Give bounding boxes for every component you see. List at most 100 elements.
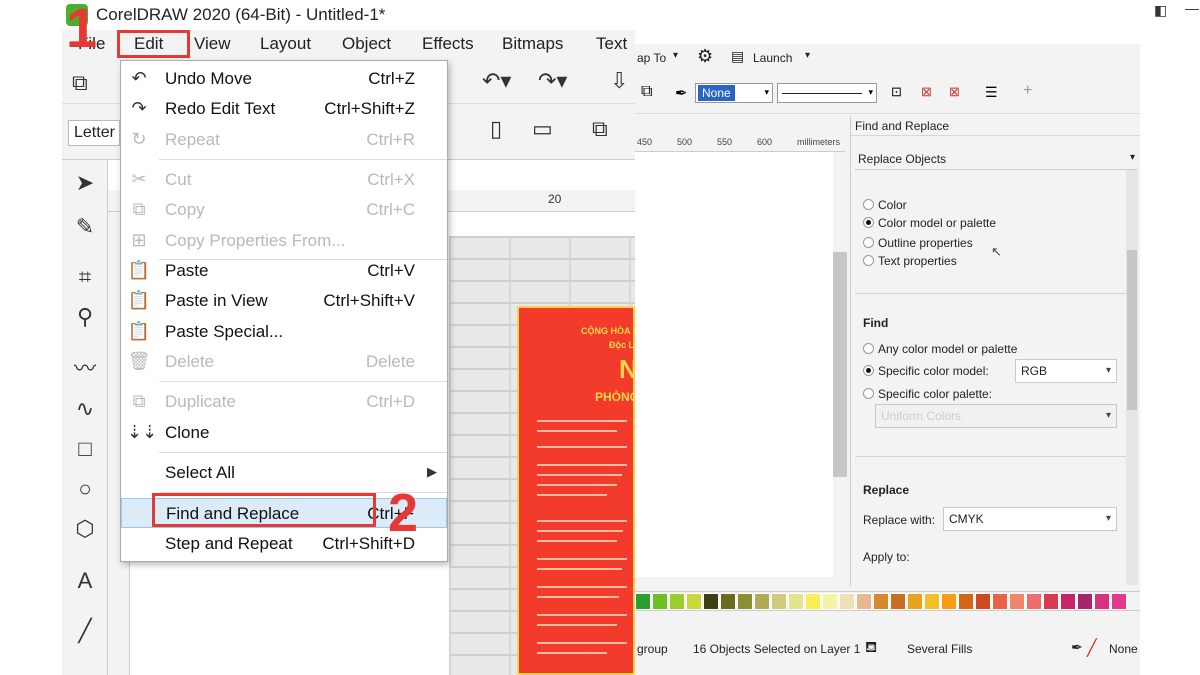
crop-tool-icon[interactable]: ⌗ [72,264,98,290]
outline-width-select[interactable]: None ▾ [695,83,773,103]
find-color-palette-select[interactable]: Uniform Colors ▾ [875,404,1117,428]
menu-object[interactable]: Object [342,34,391,54]
portrait-icon[interactable]: ▯ [490,116,502,142]
right-canvas[interactable] [635,152,835,577]
doc-title: PHÒNG [595,390,635,404]
menu-item-clone[interactable]: ⇣⇣ Clone [121,418,447,448]
color-swatch[interactable] [703,593,719,610]
menu-item-duplicate[interactable]: ⧉ Duplicate Ctrl+D [121,387,447,417]
color-swatch[interactable] [907,593,923,610]
color-swatch[interactable] [754,593,770,610]
node-icon[interactable]: ⊡ [891,84,902,100]
menu-view[interactable]: View [194,34,231,54]
radio-color[interactable]: Color [863,198,907,212]
menu-bitmaps[interactable]: Bitmaps [502,34,563,54]
import-icon[interactable]: ⇩ [610,68,628,94]
delete-node-icon[interactable]: ⊠ [949,84,960,100]
pick-tool-icon[interactable]: ➤ [72,170,98,196]
replace-mode-select[interactable]: Replace Objects ▾ [855,148,1137,170]
menu-effects[interactable]: Effects [422,34,474,54]
color-swatch[interactable] [975,593,991,610]
copy-properties-icon: ⊞ [131,230,147,250]
color-swatch[interactable] [805,593,821,610]
text-tool-icon[interactable]: A [72,568,98,594]
color-swatch[interactable] [652,593,668,610]
freehand-tool-icon[interactable]: 〰 [72,356,98,382]
color-swatch[interactable] [958,593,974,610]
line-style-select[interactable]: ▾ [777,83,877,103]
add-icon[interactable]: + [1023,82,1032,100]
polygon-tool-icon[interactable]: ⬡ [72,516,98,542]
menu-item-redo-edit-text[interactable]: ↷ Redo Edit Text Ctrl+Shift+Z [121,94,447,124]
color-swatch[interactable] [873,593,889,610]
no-outline-icon: ╱ [1087,640,1097,657]
redo-toolbar-icon[interactable]: ↷▾ [538,68,567,94]
snap-dropdown-icon[interactable]: ▾ [673,50,678,61]
replace-with-select[interactable]: CMYK ▾ [943,507,1117,531]
docker-title: Find and Replace [851,116,1140,136]
menu-item-cut[interactable]: ✂ Cut Ctrl+X [121,165,447,195]
color-swatch[interactable] [822,593,838,610]
shape-tool-icon[interactable]: ✎ [72,214,98,240]
menu-text[interactable]: Text [596,34,627,54]
menu-item-repeat[interactable]: ↻ Repeat Ctrl+R [121,125,447,155]
color-swatch[interactable] [1111,593,1127,610]
landscape-icon[interactable]: ▭ [532,116,553,142]
color-swatch[interactable] [1026,593,1042,610]
color-swatch[interactable] [1009,593,1025,610]
break-node-icon[interactable]: ⊠ [921,84,932,100]
docker-scroll-thumb[interactable] [1127,250,1137,410]
zoom-tool-icon[interactable]: ⚲ [72,304,98,330]
menu-item-paste-in-view[interactable]: 📋 Paste in View Ctrl+Shift+V [121,286,447,316]
find-color-model-select[interactable]: RGB ▾ [1015,359,1117,383]
color-swatch[interactable] [1060,593,1076,610]
menu-layout[interactable]: Layout [260,34,311,54]
launch-label[interactable]: Launch [753,51,792,65]
color-swatch[interactable] [1077,593,1093,610]
color-swatch[interactable] [1043,593,1059,610]
launch-dropdown-icon[interactable]: ▾ [805,50,810,61]
canvas-scroll-thumb[interactable] [833,252,847,477]
snap-to-label[interactable]: ap To [637,51,666,65]
radio-text-properties[interactable]: Text properties [863,254,957,268]
radio-color-model-or-palette[interactable]: Color model or palette [863,216,996,230]
account-icon[interactable]: ◧ [1154,2,1167,19]
launch-icon[interactable]: ▤ [731,48,744,65]
menu-item-delete[interactable]: 🗑 Delete Delete [121,347,447,377]
pages-icon[interactable]: ⧉ [592,116,608,142]
color-swatch[interactable] [635,593,651,610]
settings-gear-icon[interactable]: ⚙ [697,46,713,67]
menu-item-paste[interactable]: 📋 Paste Ctrl+V [121,256,447,286]
color-swatch[interactable] [924,593,940,610]
rectangle-tool-icon[interactable]: □ [72,436,98,462]
color-swatch[interactable] [941,593,957,610]
artistic-media-icon[interactable]: ∿ [72,396,98,422]
group-objects-icon[interactable]: ⧉ [641,83,652,101]
color-swatch[interactable] [686,593,702,610]
radio-specific-color-model[interactable]: Specific color model: [863,364,989,378]
menu-item-copy-properties[interactable]: ⊞ Copy Properties From... [121,226,447,256]
color-swatch[interactable] [788,593,804,610]
menu-item-copy[interactable]: ⧉ Copy Ctrl+C [121,195,447,225]
color-swatch[interactable] [737,593,753,610]
menu-item-paste-special[interactable]: 📋 Paste Special... [121,317,447,347]
color-swatch[interactable] [856,593,872,610]
undo-toolbar-icon[interactable]: ↶▾ [482,68,511,94]
color-swatch[interactable] [720,593,736,610]
align-icon[interactable]: ☰ [985,84,998,101]
ellipse-tool-icon[interactable]: ○ [72,476,98,502]
color-swatch[interactable] [771,593,787,610]
new-document-icon[interactable]: ⧉ [72,70,88,96]
color-swatch[interactable] [890,593,906,610]
color-swatch[interactable] [669,593,685,610]
color-swatch[interactable] [992,593,1008,610]
radio-specific-color-palette[interactable]: Specific color palette: [863,387,992,401]
minimize-icon[interactable]: — [1185,0,1199,16]
paper-size-select[interactable]: Letter [68,120,120,146]
color-swatch[interactable] [839,593,855,610]
menu-item-undo-move[interactable]: ↶ Undo Move Ctrl+Z [121,64,447,94]
radio-any-color-model[interactable]: Any color model or palette [863,342,1017,356]
connector-tool-icon[interactable]: ╱ [72,618,98,644]
radio-outline-properties[interactable]: Outline properties [863,236,973,250]
color-swatch[interactable] [1094,593,1110,610]
